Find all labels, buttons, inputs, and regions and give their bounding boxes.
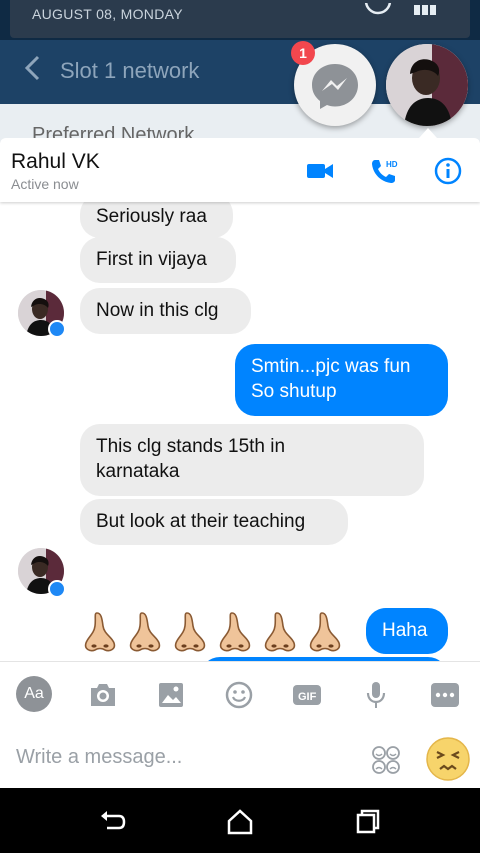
text-format-button[interactable]: Aa [16, 676, 52, 712]
nose-emoji-icon [309, 612, 341, 652]
contact-name[interactable]: Rahul VK [11, 150, 100, 174]
video-call-icon[interactable] [305, 156, 335, 186]
message-text: Haha [382, 620, 428, 641]
message-input[interactable]: Write a message... [16, 746, 182, 769]
message-text: Smtin...pjc was fun [251, 356, 411, 377]
message-text: But look at their teaching [96, 511, 306, 532]
gif-icon[interactable]: GIF [290, 678, 324, 712]
message-text: First in vijaya [96, 249, 207, 270]
message-list[interactable]: Seriously raa First in vijaya Now in thi… [0, 202, 480, 662]
nose-emoji-icon [129, 612, 161, 652]
unread-badge: 1 [291, 41, 315, 65]
message-bubble[interactable]: Now in this clg [80, 288, 251, 334]
contact-photo [386, 44, 468, 126]
message-text: Now in this clg [96, 300, 219, 321]
message-bubble[interactable]: Smtin...pjc was fun So shutup [235, 344, 448, 416]
contact-chat-head[interactable] [386, 44, 468, 126]
message-text: So shutup [251, 381, 337, 402]
settings-title: Slot 1 network [60, 58, 200, 83]
notification-date: AUGUST 08, MONDAY [32, 6, 183, 22]
sticker-icon[interactable] [370, 744, 402, 776]
hd-voice-call-icon[interactable]: HD [369, 156, 399, 186]
nose-emoji-icon [174, 612, 206, 652]
status-icons [358, 0, 438, 23]
messenger-badge-icon [48, 320, 66, 338]
message-text: This clg stands 15th in [96, 436, 286, 457]
chat-panel: Rahul VK Active now HD Seriously raa Fir… [0, 138, 480, 788]
persevering-face-emoji-icon[interactable] [424, 735, 472, 783]
chat-head-pointer [419, 128, 437, 138]
svg-text:GIF: GIF [298, 691, 317, 703]
message-bubble[interactable]: This clg stands 15th in karnataka [80, 424, 424, 496]
message-bubble[interactable]: Seriously raa [80, 202, 233, 238]
chat-header: Rahul VK Active now HD [0, 138, 480, 202]
nose-emoji-icon [264, 612, 296, 652]
composer: Aa GIF Write a message... [0, 661, 480, 788]
messenger-badge-icon [48, 580, 66, 598]
navigation-bar [0, 788, 480, 853]
message-bubble[interactable]: But look at their teaching [80, 499, 348, 545]
message-bubble[interactable]: First in vijaya [80, 237, 236, 283]
nose-emoji-icon [84, 612, 116, 652]
gallery-icon[interactable] [154, 678, 188, 712]
message-bubble[interactable]: Haha [366, 608, 448, 654]
emoji-icon[interactable] [222, 678, 256, 712]
svg-text:HD: HD [386, 160, 398, 169]
emoji-message[interactable] [80, 610, 345, 654]
message-text: karnataka [96, 461, 180, 482]
recent-apps-icon[interactable] [353, 806, 383, 836]
back-arrow-icon[interactable] [22, 53, 42, 90]
contact-status: Active now [11, 176, 79, 192]
more-options-icon[interactable] [428, 678, 462, 712]
home-icon[interactable] [225, 806, 255, 836]
info-icon[interactable] [433, 156, 463, 186]
nose-emoji-icon [219, 612, 251, 652]
camera-icon[interactable] [86, 678, 120, 712]
message-text: Seriously raa [96, 206, 207, 227]
back-icon[interactable] [97, 806, 127, 836]
microphone-icon[interactable] [359, 678, 393, 712]
